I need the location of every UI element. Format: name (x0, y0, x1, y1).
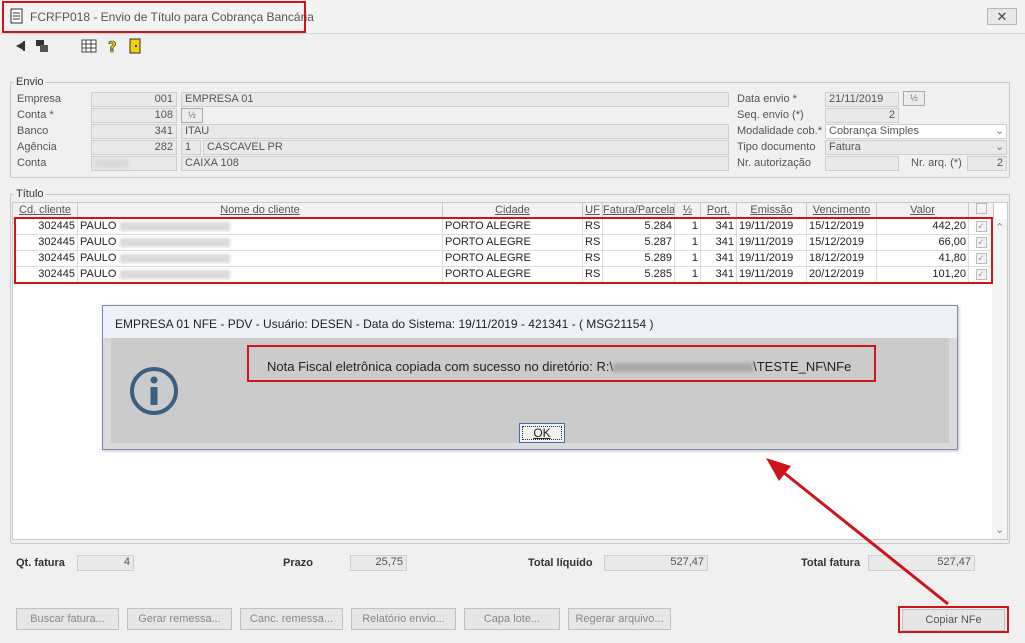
ok-button[interactable]: OK (519, 423, 565, 443)
info-icon (130, 367, 178, 415)
dialog-title: EMPRESA 01 NFE - PDV - Usuário: DESEN - … (103, 306, 957, 338)
message-highlight-box (247, 345, 876, 382)
